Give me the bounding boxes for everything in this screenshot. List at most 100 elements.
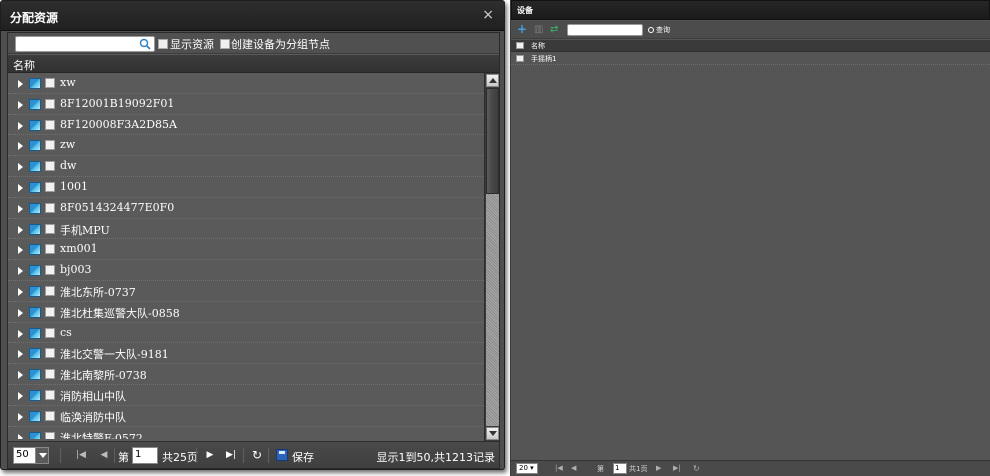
tree-row[interactable]: zw — [8, 135, 484, 157]
prev-page-icon[interactable]: ◀ — [97, 448, 111, 462]
row-checkbox[interactable] — [516, 55, 524, 62]
device-page-size-select[interactable]: 20 ▾ — [516, 463, 538, 474]
column-header-name[interactable]: 名称 — [8, 55, 499, 73]
expand-arrow-icon[interactable] — [18, 246, 23, 255]
row-checkbox[interactable] — [45, 410, 55, 421]
page-number-input[interactable]: 1 — [132, 447, 158, 464]
page-size-select[interactable]: 50 — [13, 447, 49, 464]
dialog-title-bar[interactable]: 分配资源 × — [1, 1, 504, 31]
expand-arrow-icon[interactable] — [18, 267, 23, 276]
refresh-icon[interactable]: ⇄ — [550, 24, 558, 35]
tree-row[interactable]: 淮北东所-0737 — [8, 281, 484, 302]
row-checkbox[interactable] — [45, 78, 55, 88]
expand-arrow-icon[interactable] — [18, 100, 23, 109]
row-checkbox[interactable] — [45, 306, 55, 317]
expand-arrow-icon[interactable] — [18, 391, 23, 400]
row-checkbox[interactable] — [45, 431, 55, 439]
refresh-icon[interactable]: ↻ — [693, 464, 700, 473]
tree-row[interactable]: 淮北南黎所-0738 — [8, 364, 484, 385]
close-icon[interactable]: × — [482, 7, 494, 23]
tree-row[interactable]: 手机MPU — [8, 219, 484, 240]
tree-row[interactable]: dw — [8, 156, 484, 177]
first-page-icon[interactable]: |◀ — [74, 448, 88, 462]
device-total-pages: 共1页 — [629, 465, 648, 473]
tree-row[interactable]: 临涣消防中队 — [8, 406, 484, 427]
expand-arrow-icon[interactable] — [18, 329, 23, 338]
expand-arrow-icon[interactable] — [18, 433, 23, 439]
row-checkbox[interactable] — [45, 327, 55, 338]
scroll-down-button[interactable] — [486, 427, 499, 440]
expand-arrow-icon[interactable] — [18, 412, 23, 421]
tree-row[interactable]: 消防相山中队 — [8, 385, 484, 406]
next-page-icon[interactable]: ▶ — [656, 464, 661, 472]
row-checkbox[interactable] — [45, 223, 55, 234]
show-resources-checkbox[interactable] — [158, 39, 168, 49]
expand-arrow-icon[interactable] — [18, 80, 23, 88]
expand-arrow-icon[interactable] — [18, 163, 23, 172]
last-page-icon[interactable]: ▶| — [224, 448, 238, 462]
prev-page-icon[interactable]: ◀ — [571, 464, 576, 472]
row-checkbox[interactable] — [45, 161, 55, 172]
first-page-icon[interactable]: |◀ — [555, 464, 563, 472]
tree-row[interactable]: 1001 — [8, 177, 484, 198]
query-button[interactable]: 查询 — [648, 25, 670, 35]
select-all-checkbox[interactable] — [516, 42, 524, 49]
tree-item-label: dw — [60, 159, 77, 173]
search-input[interactable] — [15, 36, 155, 52]
tree-row[interactable]: 8F120008F3A2D85A — [8, 115, 484, 136]
row-checkbox[interactable] — [45, 389, 55, 400]
tree-row[interactable]: bj003 — [8, 260, 484, 281]
row-checkbox[interactable] — [45, 98, 55, 109]
next-page-icon[interactable]: ▶ — [203, 448, 217, 462]
scroll-up-button[interactable] — [486, 74, 499, 87]
tree-row[interactable]: 8F0514324477E0F0 — [8, 198, 484, 219]
tree-item-label: 消防相山中队 — [60, 389, 126, 403]
row-checkbox[interactable] — [45, 285, 55, 296]
tree-row[interactable]: 淮北交警一大队-9181 — [8, 343, 484, 365]
row-checkbox[interactable] — [45, 244, 55, 255]
device-page-number-input[interactable]: 1 — [613, 463, 627, 474]
tree-item-label: 淮北交警一大队-9181 — [60, 348, 169, 362]
row-checkbox[interactable] — [45, 181, 55, 192]
vertical-scrollbar[interactable] — [484, 73, 499, 441]
tree-row[interactable]: 淮北特警F-0572 — [8, 427, 484, 439]
tree-item-label: 淮北特警F-0572 — [60, 431, 143, 439]
refresh-icon[interactable]: ↻ — [250, 448, 264, 462]
expand-arrow-icon[interactable] — [18, 225, 23, 234]
record-summary: 显示1到50,共1213记录 — [376, 451, 496, 464]
tree-row[interactable]: 8F12001B19092F01 — [8, 94, 484, 115]
tree-row[interactable]: 淮北杜集巡警大队-0858 — [8, 302, 484, 323]
create-device-group-node-checkbox[interactable] — [220, 39, 230, 49]
tree-row[interactable]: cs — [8, 323, 484, 344]
table-row[interactable]: 手摇柄1 — [511, 53, 990, 65]
device-group-icon — [29, 140, 41, 152]
expand-arrow-icon[interactable] — [18, 204, 23, 213]
row-checkbox[interactable] — [45, 202, 55, 213]
save-button[interactable]: 保存 — [292, 449, 314, 465]
expand-arrow-icon[interactable] — [18, 308, 23, 317]
expand-arrow-icon[interactable] — [18, 287, 23, 296]
device-group-icon — [29, 431, 41, 439]
last-page-icon[interactable]: ▶| — [673, 464, 681, 472]
expand-arrow-icon[interactable] — [18, 142, 23, 151]
search-icon[interactable] — [139, 38, 151, 50]
tree-item-label: 8F12001B19092F01 — [60, 96, 175, 110]
expand-arrow-icon[interactable] — [18, 121, 23, 130]
expand-arrow-icon[interactable] — [18, 350, 23, 359]
row-checkbox[interactable] — [45, 140, 55, 151]
delete-icon[interactable]: ▥ — [534, 24, 543, 35]
row-checkbox[interactable] — [45, 348, 55, 359]
scroll-thumb[interactable] — [486, 88, 499, 194]
row-checkbox[interactable] — [45, 265, 55, 276]
expand-arrow-icon[interactable] — [18, 371, 23, 380]
save-icon[interactable] — [276, 449, 288, 461]
pagination-bar: 50 |◀ ◀ 第 1 共25页 ▶ ▶| ↻ 保存 显示1到50,共1213记… — [8, 441, 499, 468]
expand-arrow-icon[interactable] — [18, 183, 23, 192]
device-search-input[interactable] — [567, 24, 643, 36]
tree-row[interactable]: xm001 — [8, 239, 484, 261]
add-icon[interactable]: + — [517, 23, 527, 35]
row-checkbox[interactable] — [45, 119, 55, 130]
device-column-header[interactable]: 名称 — [511, 40, 990, 52]
row-checkbox[interactable] — [45, 369, 55, 380]
tree-row[interactable]: xw — [8, 73, 484, 94]
